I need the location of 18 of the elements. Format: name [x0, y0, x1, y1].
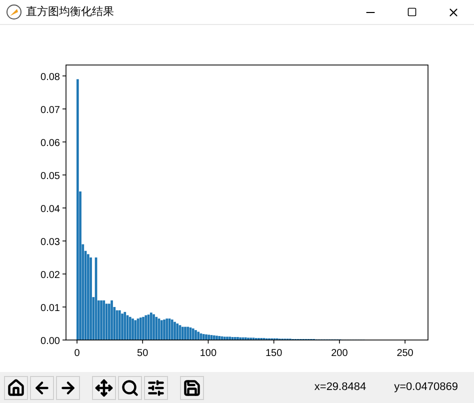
y-tick-label: 0.00	[40, 336, 60, 347]
y-tick-label: 0.08	[40, 72, 60, 83]
y-coordinate: y=0.0470869	[394, 380, 458, 396]
y-tick-label: 0.01	[40, 302, 60, 314]
y-tick-label: 0.04	[40, 204, 60, 215]
y-tick-label: 0.02	[40, 270, 60, 281]
x-coordinate: x=29.8484	[314, 380, 366, 396]
x-tick-label: 100	[200, 348, 217, 359]
y-tick-label: 0.07	[40, 104, 60, 116]
window-title: 直方图均衡化结果	[26, 4, 114, 20]
x-tick-label: 200	[331, 348, 348, 359]
x-tick-label: 150	[266, 348, 282, 359]
y-tick-label: 0.03	[40, 236, 60, 248]
y-tick-label: 0.05	[40, 170, 60, 182]
x-tick-label: 0	[74, 348, 80, 359]
x-tick-label: 50	[137, 348, 148, 359]
y-tick-label: 0.06	[40, 138, 60, 149]
x-tick-label: 250	[396, 348, 414, 359]
